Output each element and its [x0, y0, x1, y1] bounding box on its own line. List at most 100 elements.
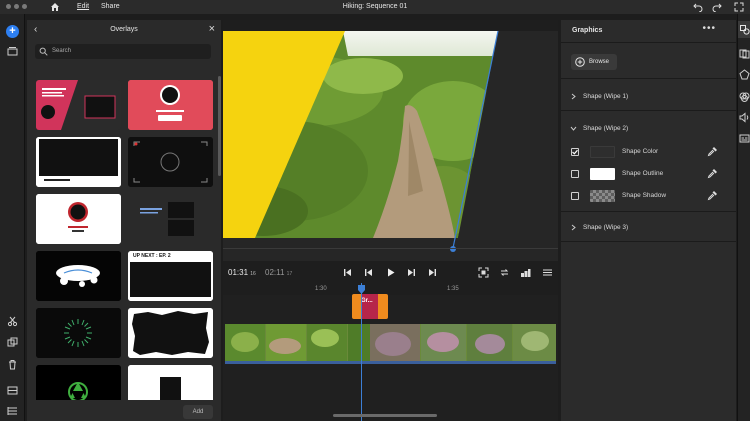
- split-screen-thumbnail: [128, 194, 213, 244]
- close-icon[interactable]: ×: [209, 23, 215, 35]
- app-window: Edit Share Hiking: Sequence 01 + ‹ Overl…: [0, 0, 750, 421]
- transitions-icon[interactable]: [739, 48, 750, 59]
- overlay-tile-logo-splash[interactable]: [36, 251, 121, 301]
- center-area: 01:31 16 02:11 17 1:30 1:35 Gr...: [223, 20, 558, 421]
- add-media-button[interactable]: +: [6, 25, 19, 38]
- duplicate-icon[interactable]: [7, 337, 18, 348]
- divider: [561, 211, 736, 212]
- overlay-tile-up-next[interactable]: UP NEXT : EP. 2: [128, 251, 213, 301]
- filmstrip-frames: [225, 324, 556, 361]
- graphics-icon[interactable]: [739, 24, 750, 35]
- search-icon: [39, 47, 48, 56]
- program-monitor[interactable]: [223, 31, 558, 261]
- shape-shadow-label: Shape Shadow: [622, 192, 667, 199]
- redo-icon[interactable]: [712, 2, 722, 12]
- overlay-tile-blank-card[interactable]: [128, 365, 213, 400]
- subscribe-layout-thumbnail: [36, 80, 121, 130]
- eyedropper-icon[interactable]: [707, 146, 718, 157]
- shape-color-checkbox[interactable]: [571, 148, 579, 156]
- eyedropper-icon[interactable]: [707, 168, 718, 179]
- shape-outline-label: Shape Outline: [622, 170, 664, 177]
- play-icon[interactable]: [385, 267, 396, 278]
- step-forward-icon[interactable]: [406, 267, 417, 278]
- overlay-tile-recycle[interactable]: [36, 365, 121, 400]
- panel-menu-icon[interactable]: [542, 267, 553, 278]
- trash-icon[interactable]: [7, 359, 18, 370]
- video-clip[interactable]: [225, 324, 556, 364]
- ruler-tick-2: 1:35: [447, 286, 459, 292]
- chevron-right-icon: [571, 224, 576, 231]
- up-next-label: UP NEXT : EP. 2: [133, 253, 171, 259]
- overlay-tile-split-screen[interactable]: [128, 194, 213, 244]
- overlay-tile-subscribe-layout[interactable]: [36, 80, 121, 130]
- transport-bar: 01:31 16 02:11 17: [223, 263, 558, 283]
- step-end-icon[interactable]: [427, 267, 438, 278]
- circle-subscribe-thumbnail: [36, 194, 121, 244]
- more-options-icon[interactable]: •••: [702, 23, 716, 34]
- shape-shadow-checkbox[interactable]: [571, 192, 579, 200]
- loop-icon[interactable]: [499, 267, 510, 278]
- audio-icon[interactable]: [739, 112, 750, 123]
- torn-paper-thumbnail: [128, 308, 213, 358]
- browse-label: Browse: [589, 59, 610, 65]
- section-label: Shape (Wipe 3): [583, 224, 629, 231]
- overlay-tile-circle-subscribe[interactable]: [36, 194, 121, 244]
- fit-icon[interactable]: [478, 267, 489, 278]
- overlays-header: ‹ Overlays ×: [27, 20, 221, 40]
- shape-shadow-swatch[interactable]: [590, 190, 615, 202]
- eyedropper-icon[interactable]: [707, 190, 718, 201]
- chevron-down-icon: [570, 126, 577, 131]
- shape-outline-swatch[interactable]: [590, 168, 615, 180]
- graphics-panel: Graphics ••• Browse Shape (Wipe 1) Shape…: [561, 20, 736, 421]
- video-clip-filmstrip: [225, 324, 556, 361]
- list-icon[interactable]: [7, 406, 18, 417]
- divider: [561, 241, 736, 242]
- split-icon[interactable]: [7, 385, 18, 396]
- blank-card-thumbnail: [128, 365, 213, 400]
- video-frame: [223, 31, 558, 261]
- recycle-thumbnail: [36, 365, 121, 400]
- effects-icon[interactable]: [739, 69, 750, 80]
- property-shape-shadow: Shape Shadow: [561, 188, 736, 204]
- sequence-title: Hiking: Sequence 01: [342, 3, 408, 10]
- overlays-search-input[interactable]: Search: [35, 44, 211, 59]
- section-label: Shape (Wipe 1): [583, 93, 629, 100]
- duration-timecode: 02:11 17: [265, 268, 293, 277]
- shape-outline-checkbox[interactable]: [571, 170, 579, 178]
- browse-button[interactable]: Browse: [571, 54, 617, 70]
- logo-splash-thumbnail: [36, 251, 121, 301]
- media-icon[interactable]: [7, 46, 18, 57]
- cut-icon[interactable]: [7, 316, 18, 327]
- overlay-tile-radial-burst[interactable]: [36, 308, 121, 358]
- add-overlay-button[interactable]: Add: [183, 405, 213, 419]
- graphic-clip-label: Gr...: [361, 298, 373, 304]
- step-back-icon[interactable]: [363, 267, 374, 278]
- overlay-tile-torn-paper[interactable]: [128, 308, 213, 358]
- captions-icon[interactable]: [739, 133, 750, 144]
- corner-frame-thumbnail: [128, 137, 213, 187]
- left-tool-rail: +: [0, 14, 25, 421]
- shape-color-label: Shape Color: [622, 148, 659, 155]
- property-shape-outline: Shape Outline: [561, 166, 736, 182]
- undo-icon[interactable]: [693, 2, 703, 12]
- color-icon[interactable]: [739, 91, 750, 102]
- shape-color-swatch[interactable]: [590, 146, 615, 158]
- overlay-tile-subscribe-card[interactable]: [128, 80, 213, 130]
- divider: [561, 78, 736, 79]
- overlay-tile-corner-frame[interactable]: [128, 137, 213, 187]
- property-shape-color: Shape Color: [561, 144, 736, 160]
- overlays-scrollbar[interactable]: [218, 76, 221, 176]
- divider: [561, 42, 736, 43]
- chevron-right-icon: [571, 93, 576, 100]
- playhead-line[interactable]: [361, 283, 362, 421]
- graphic-clip[interactable]: Gr...: [352, 294, 388, 319]
- step-start-icon[interactable]: [342, 267, 353, 278]
- ruler-tick-1: 1:30: [315, 286, 327, 292]
- timeline-ruler[interactable]: 1:30 1:35: [223, 283, 558, 295]
- current-timecode: 01:31 16: [228, 268, 256, 277]
- timeline-horizontal-scrollbar[interactable]: [333, 414, 437, 417]
- fullscreen-icon[interactable]: [734, 2, 744, 12]
- levels-icon[interactable]: [520, 267, 531, 278]
- section-label: Shape (Wipe 2): [583, 125, 629, 132]
- overlay-tile-wide-frame[interactable]: [36, 137, 121, 187]
